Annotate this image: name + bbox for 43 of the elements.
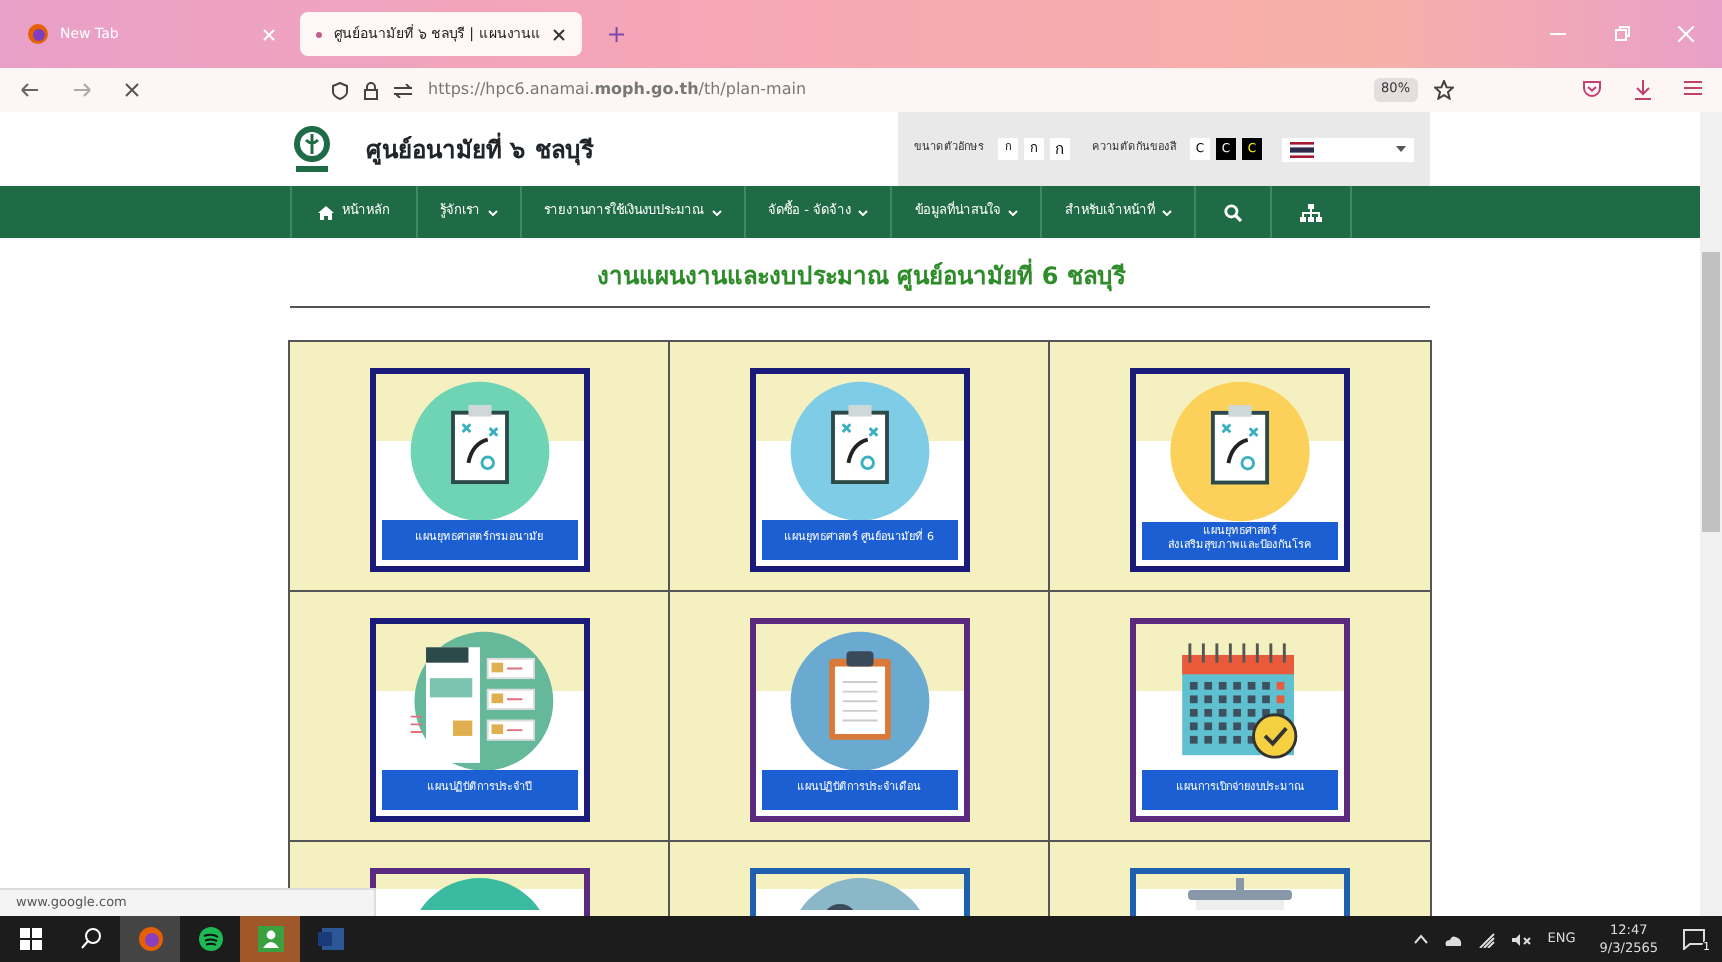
dot-icon [316,31,322,37]
page-heading: งานแผนงานและงบประมาณ ศูนย์อนามัยที่ 6 ชลบุรี [595,258,1128,294]
spotify-icon [195,924,225,954]
document-illustration [419,878,539,910]
close-icon[interactable] [552,27,567,41]
chevron-up-icon[interactable] [1413,934,1428,944]
back-arrow-icon[interactable] [20,82,40,98]
search-icon[interactable] [75,924,105,954]
thai-flag-icon [1290,141,1314,157]
caret-icon [858,209,869,215]
padlock-icon [364,81,378,99]
network-icon[interactable] [1477,931,1496,947]
home-icon [318,205,334,219]
sitemap-icon [1300,203,1323,221]
caret-icon [712,209,722,215]
speaker-muted-icon[interactable] [1511,931,1532,947]
plan-tile[interactable] [1130,868,1350,916]
url-text[interactable]: https://hpc6.anamai.moph.go.th/th/plan-main [428,78,807,102]
cloud-icon[interactable] [1443,933,1462,945]
language-select[interactable] [1282,137,1414,161]
caret-icon [1396,146,1406,152]
download-icon[interactable] [1634,80,1652,100]
taskbar-button[interactable] [240,916,300,962]
caret-icon [488,209,498,215]
permissions-icon [394,83,412,97]
menu-icon[interactable] [1684,80,1702,96]
chat-bubble-icon [1682,927,1706,950]
site-title: ศูนย์อนามัยที่ ๖ ชลบุรี [366,131,593,167]
scrollbar[interactable] [1700,112,1722,916]
caret-icon [1162,209,1173,215]
logo-icon [290,123,334,175]
shield-icon [332,81,348,99]
caret-icon [1008,209,1019,215]
plan-tile[interactable] [749,868,969,916]
taskbar-button[interactable] [120,916,180,962]
person-icon [255,924,285,954]
whiteboard-illustration [1188,878,1292,910]
bookmark-star-icon[interactable] [1434,80,1454,100]
stop-icon[interactable] [124,82,140,98]
plan-tile[interactable] [369,868,589,916]
pocket-icon[interactable] [1582,80,1602,98]
search-icon [1224,203,1243,221]
windows-start-icon[interactable] [15,924,45,954]
